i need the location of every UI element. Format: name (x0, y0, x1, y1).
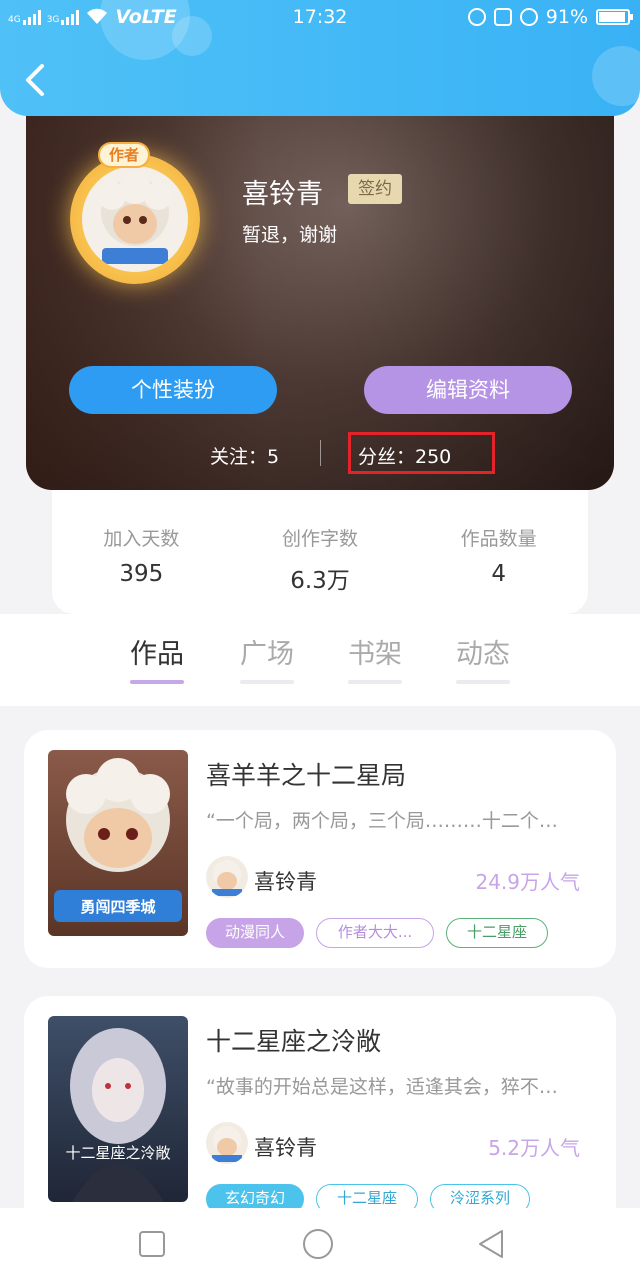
cover-title: 十二星座之泠敞 (65, 1144, 171, 1162)
author-avatar (206, 1122, 248, 1164)
book-description: “一个局，两个局，三个局………十二个… (206, 810, 558, 832)
status-bar: 4G 3G VoLTE 17:32 91% (0, 0, 640, 36)
book-cover[interactable]: 十二星座之泠敞 (48, 1016, 188, 1202)
cover-title: 勇闯四季城 (80, 898, 156, 916)
tab-works[interactable]: 作品 (130, 632, 184, 671)
book-popularity: 24.9万人气 (475, 870, 580, 894)
book-popularity: 5.2万人气 (488, 1136, 580, 1160)
stat-label: 作品数量 (460, 528, 537, 550)
book-author: 喜铃青 (254, 870, 317, 894)
tab-underline (240, 680, 294, 684)
stat-works-count: 作品数量 4 (419, 524, 579, 614)
decor-bubble (592, 46, 640, 106)
profile-name: 喜铃青 (242, 179, 323, 210)
stat-value: 4 (491, 561, 506, 587)
data-saver-icon (467, 8, 486, 26)
header-bar: 4G 3G VoLTE 17:32 91% (0, 0, 640, 116)
tab-indicator (130, 680, 184, 684)
alarm-icon (519, 8, 538, 26)
book-title[interactable]: 喜羊羊之十二星局 (206, 756, 406, 792)
tab-underline (456, 680, 510, 684)
tab-bar (0, 614, 640, 706)
book-title[interactable]: 十二星座之泠敞 (206, 1022, 381, 1058)
author-badge: 作者 (98, 142, 150, 168)
profile-motto: 暂退，谢谢 (242, 224, 338, 246)
fans-count[interactable]: 分丝：250 (358, 442, 451, 469)
book-description: “故事的开始总是这样，适逢其会，猝不… (206, 1076, 558, 1098)
lock-icon (493, 8, 512, 26)
tab-bookshelf[interactable]: 书架 (348, 632, 402, 671)
tag[interactable]: 动漫同人 (206, 918, 304, 948)
battery-percent: 91% (545, 6, 588, 28)
tab-underline (348, 680, 402, 684)
back-arrow-icon[interactable] (22, 62, 52, 98)
stat-label: 加入天数 (103, 528, 180, 550)
book-author: 喜铃青 (254, 1136, 317, 1160)
system-nav-bar (0, 1208, 640, 1280)
edit-profile-button[interactable]: 编辑资料 (364, 366, 572, 414)
following-count[interactable]: 关注：5 (210, 442, 279, 469)
book-card[interactable]: 勇闯四季城 喜羊羊之十二星局 “一个局，两个局，三个局………十二个… 喜铃青 2… (24, 730, 616, 968)
stats-card: 加入天数 395 创作字数 6.3万 作品数量 4 (52, 490, 588, 614)
tab-activity[interactable]: 动态 (456, 632, 510, 671)
author-avatar (206, 856, 248, 898)
triangle-back-nav-icon[interactable] (476, 1228, 508, 1260)
square-nav-icon[interactable] (136, 1228, 168, 1260)
tag[interactable]: 十二星座 (446, 918, 548, 948)
battery-icon (596, 9, 633, 25)
signed-badge: 签约 (348, 174, 402, 204)
stat-label: 创作字数 (281, 528, 358, 550)
avatar[interactable] (70, 154, 200, 284)
profile-card: 作者 喜铃青 签约 暂退，谢谢 个性装扮 编辑资料 关注：5 分丝：250 (26, 84, 614, 490)
book-card[interactable]: 十二星座之泠敞 十二星座之泠敞 “故事的开始总是这样，适逢其会，猝不… 喜铃青 … (24, 996, 616, 1234)
book-cover[interactable]: 勇闯四季城 (48, 750, 188, 936)
circle-nav-icon[interactable] (302, 1228, 334, 1260)
dressup-button[interactable]: 个性装扮 (69, 366, 277, 414)
stat-value: 6.3万 (290, 568, 350, 594)
tag[interactable]: 作者大大... (316, 918, 434, 948)
avatar-image (82, 166, 188, 272)
stat-value: 395 (119, 561, 164, 587)
stat-join-days: 加入天数 395 (61, 524, 221, 614)
stat-word-count: 创作字数 6.3万 (240, 524, 400, 614)
divider (320, 440, 321, 466)
tab-square[interactable]: 广场 (240, 632, 294, 671)
